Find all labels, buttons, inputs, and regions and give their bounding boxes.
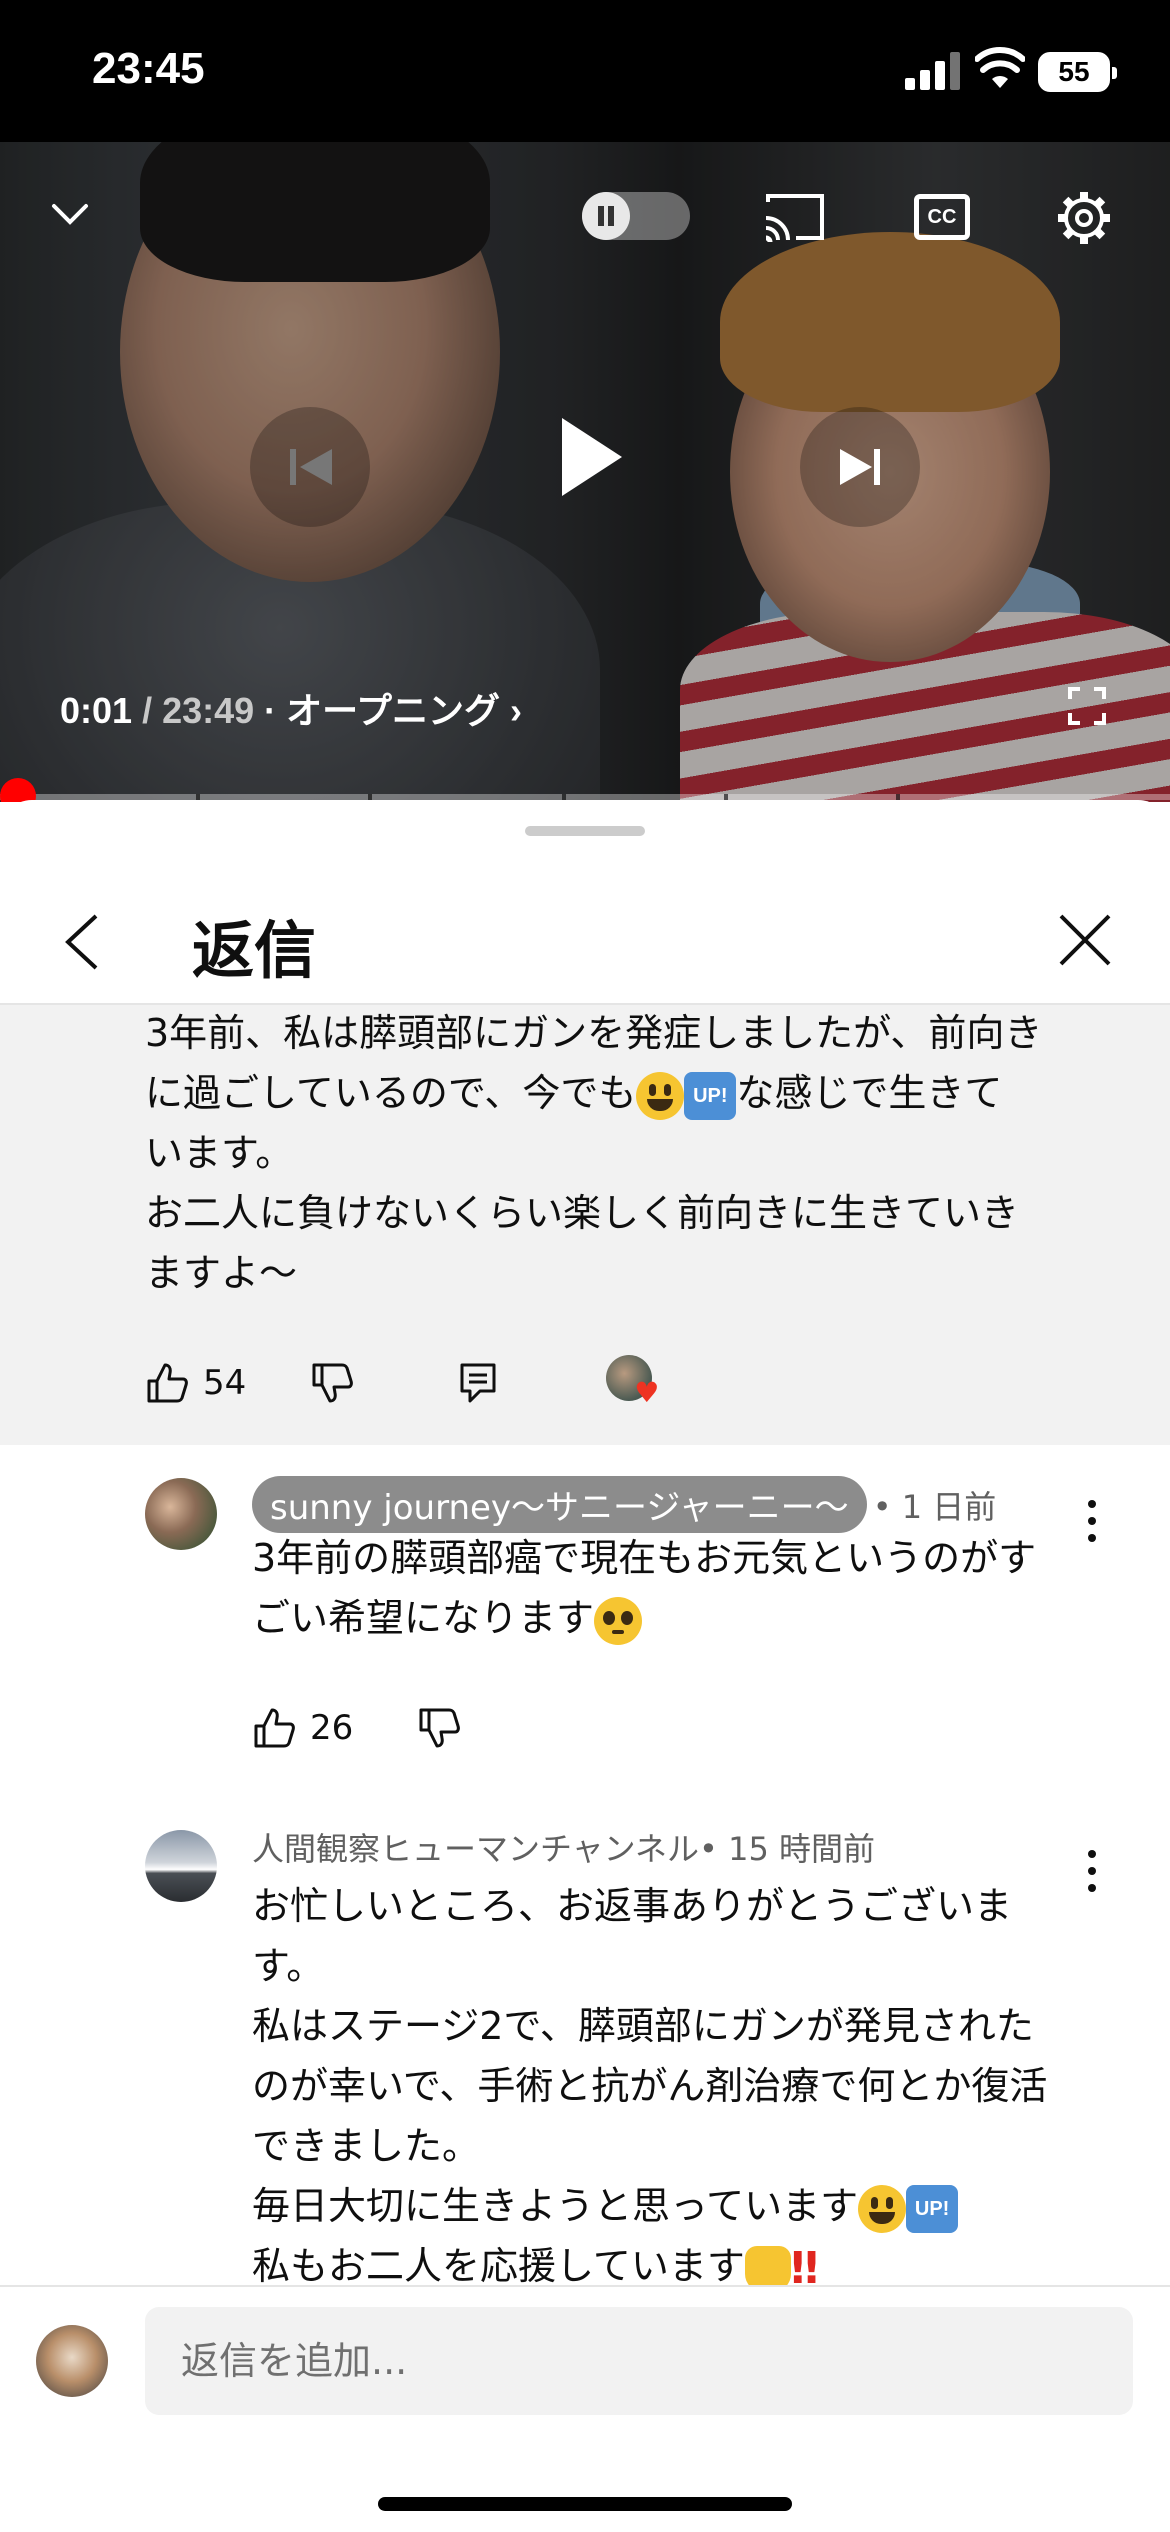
user-avatar	[36, 2325, 108, 2397]
timestamp: • 15 時間前	[699, 1830, 875, 1868]
close-icon[interactable]	[1055, 910, 1115, 970]
author-name[interactable]: sunny journey〜サニージャーニー〜	[252, 1476, 867, 1533]
smiley-emoji-icon	[636, 1071, 685, 1120]
reply-text: お忙しいところ、お返事ありがとうございま す。 私はステージ2で、膵頭部にガンが…	[252, 1884, 1048, 2294]
like-count: 26	[310, 1708, 354, 1748]
author-name[interactable]: 人間観察ヒューマンチャンネル	[252, 1824, 699, 1870]
previous-icon[interactable]	[250, 407, 370, 527]
avatar[interactable]	[145, 1830, 217, 1902]
video-player[interactable]: CC 0:01 / 23:49 · オープニング ›	[0, 142, 1170, 802]
duration: 23:49	[162, 690, 255, 731]
chapter-label[interactable]: · オープニング ›	[254, 690, 522, 731]
replies-sheet: 返信 3年前、私は膵頭部にガンを発症しましたが、前向き に過ごしているので、今で…	[0, 800, 1170, 2532]
up-emoji-icon: UP!	[906, 2184, 959, 2233]
sheet-title: 返信	[192, 914, 317, 987]
wifi-icon	[975, 47, 1025, 88]
like-count: 54	[203, 1363, 247, 1403]
status-bar: 23:45 55	[0, 0, 1170, 142]
thumbs-up-icon	[147, 1363, 188, 1403]
drag-handle[interactable]	[525, 826, 645, 836]
battery-level: 55	[1058, 56, 1090, 87]
fullscreen-icon[interactable]	[1068, 687, 1106, 725]
status-time: 23:45	[92, 44, 205, 93]
smiley-emoji-icon	[858, 2184, 907, 2233]
captions-icon[interactable]: CC	[914, 194, 970, 240]
thumbs-down-icon[interactable]	[417, 1706, 461, 1750]
cellular-signal-icon	[905, 50, 961, 90]
play-icon[interactable]	[530, 382, 650, 532]
timestamp: • 1 日前	[872, 1487, 997, 1526]
time-separator: /	[132, 690, 163, 731]
parent-comment-text: 3年前、私は膵頭部にガンを発症しましたが、前向き に過ごしているので、今でも UP…	[145, 1011, 1043, 1295]
next-icon[interactable]	[800, 407, 920, 527]
time-display[interactable]: 0:01 / 23:49 · オープニング ›	[60, 682, 522, 734]
reply-text: 3年前の膵頭部癌で現在もお元気というのがす ごい希望になります	[252, 1528, 1102, 1648]
author-line: sunny journey〜サニージャーニー〜 • 1 日前	[252, 1476, 996, 1533]
current-time: 0:01	[60, 690, 133, 731]
reply-actions: 26	[252, 1706, 461, 1750]
double-exclamation-icon: ‼	[790, 2242, 819, 2294]
thumbs-down-icon[interactable]	[310, 1361, 354, 1405]
like-button[interactable]: 26	[252, 1706, 353, 1750]
cast-icon[interactable]	[762, 192, 826, 242]
up-emoji-icon: UP!	[684, 1071, 737, 1120]
reply-composer	[0, 2285, 1170, 2532]
parent-comment-actions: 54 ♥	[145, 1355, 662, 1411]
autoplay-toggle[interactable]	[582, 192, 690, 240]
battery-icon: 55	[1038, 52, 1117, 92]
minimize-chevron-icon[interactable]	[48, 192, 92, 236]
sheet-header: 返信	[0, 860, 1170, 1005]
author-line: 人間観察ヒューマンチャンネル • 15 時間前	[252, 1824, 875, 1870]
heart-icon: ♥	[634, 1376, 660, 1409]
parent-comment: 3年前、私は膵頭部にガンを発症しましたが、前向き に過ごしているので、今でも UP…	[0, 1005, 1170, 1445]
pleading-face-emoji-icon	[594, 1596, 643, 1645]
like-button[interactable]: 54	[145, 1361, 246, 1405]
reply-icon[interactable]	[456, 1361, 500, 1405]
home-indicator[interactable]	[378, 2497, 792, 2511]
thumbs-up-icon	[254, 1708, 295, 1748]
back-arrow-icon[interactable]	[58, 912, 108, 972]
reply-input[interactable]	[145, 2307, 1133, 2415]
avatar[interactable]	[145, 1478, 217, 1550]
creator-heart-badge: ♥	[606, 1355, 662, 1411]
pause-icon	[582, 192, 630, 240]
settings-gear-icon[interactable]	[1054, 188, 1114, 248]
